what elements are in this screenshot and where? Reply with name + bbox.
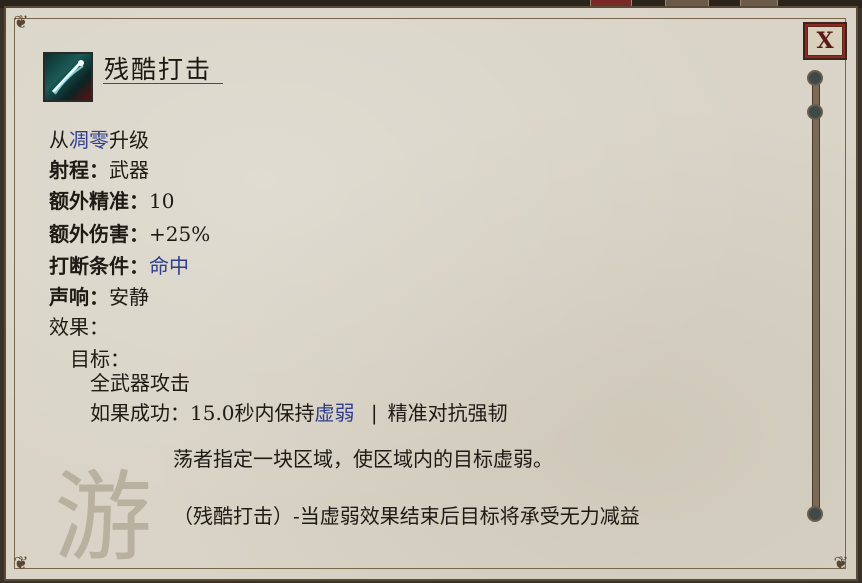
accuracy-label: 额外精准：	[49, 189, 149, 213]
interrupt-value-link[interactable]: 命中	[149, 254, 189, 278]
effects-line: 效果：	[49, 311, 109, 340]
corner-ornament-icon: ❦	[13, 12, 29, 33]
interrupt-label: 打断条件：	[49, 254, 149, 278]
class-watermark: 游	[54, 461, 153, 575]
upgrade-source-link[interactable]: 凋零	[69, 128, 109, 152]
noise-value: 安静	[109, 285, 149, 309]
effects-label: 效果：	[49, 315, 109, 339]
description-line: （残酷打击）-当虚弱效果结束后目标将承受无力减益	[173, 504, 640, 528]
description-line: 荡者指定一块区域，使区域内的目标虚弱。	[173, 447, 553, 471]
scroll-up-knob[interactable]	[807, 70, 823, 86]
upgrade-line: 从凋零升级	[49, 124, 149, 153]
title-divider	[103, 83, 223, 84]
damage-value: +25%	[149, 222, 211, 246]
damage-line: 额外伤害：+25%	[49, 218, 210, 247]
corner-ornament-icon: ❦	[833, 553, 849, 574]
scrollbar-thumb[interactable]	[807, 104, 823, 120]
interrupt-line: 打断条件：命中	[49, 250, 189, 279]
close-icon: X	[807, 26, 843, 56]
corner-ornament-icon: ❦	[13, 553, 29, 574]
ability-title: 残酷打击	[104, 55, 213, 84]
on-success-text: 15.0秒内保持	[190, 401, 315, 425]
range-value: 武器	[109, 158, 149, 182]
on-success-label: 如果成功：	[90, 401, 190, 425]
noise-label: 声响：	[49, 285, 109, 309]
noise-line: 声响：安静	[49, 281, 149, 310]
separator: |	[370, 401, 378, 425]
defense-text: 精准对抗强韧	[387, 401, 508, 425]
range-line: 射程：武器	[49, 154, 149, 183]
sword-slash-icon	[43, 52, 93, 102]
weakened-link[interactable]: 虚弱	[315, 401, 355, 425]
scrollbar-track[interactable]	[812, 72, 820, 514]
accuracy-line: 额外精准：10	[49, 185, 174, 214]
close-button[interactable]: X	[803, 22, 847, 60]
target-value-link[interactable]: 全武器攻击	[90, 367, 190, 396]
scroll-down-knob[interactable]	[807, 506, 823, 522]
range-label: 射程：	[49, 158, 109, 182]
on-success-line: 如果成功：15.0秒内保持虚弱 | 精准对抗强韧	[90, 397, 508, 426]
damage-label: 额外伤害：	[49, 222, 149, 246]
upgrade-prefix: 从	[49, 128, 69, 152]
upgrade-suffix: 升级	[109, 128, 149, 152]
accuracy-value: 10	[149, 189, 175, 213]
